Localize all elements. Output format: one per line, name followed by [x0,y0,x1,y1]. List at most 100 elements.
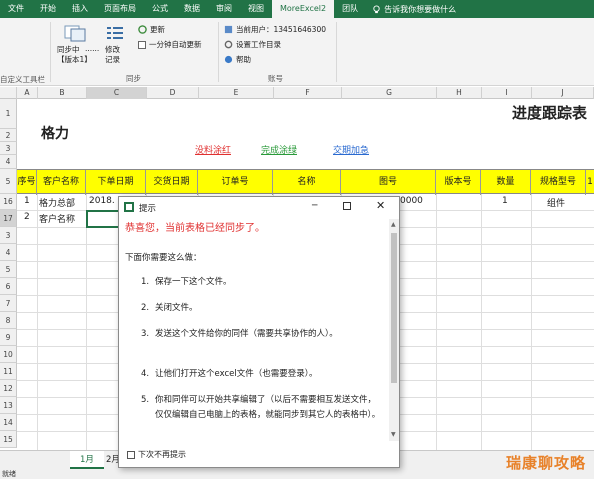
select-all-corner[interactable] [0,87,17,99]
step-number: 2. [141,303,150,313]
lightbulb-icon [373,4,380,13]
minimize-icon[interactable]: ─ [312,201,317,211]
row-header[interactable]: 2 [0,129,17,142]
step-number: 1. [141,277,150,287]
sync-button[interactable]: 同步中 ...... 【版本1】 [55,22,99,70]
cell-customer-1[interactable]: 格力总部 [39,196,86,209]
col-header-c[interactable]: C [87,87,147,99]
row-header[interactable]: 12 [0,380,17,397]
update-button[interactable]: 更新 [138,24,165,35]
col-header-i[interactable]: I [482,87,532,99]
cell-spec-1[interactable]: 组件 [547,196,565,209]
step-text: 关闭文件。 [155,303,198,313]
sync-dialog: 提示 ─ ✕ 恭喜您，当前表格已经同步了。 下面你需要这么做： 1. 保存一下这… [118,196,400,468]
tab-home[interactable]: 开始 [32,0,64,18]
ribbon: 自定义工具栏 同步中 ...... 【版本1】 修改 记录 更新 一分钟自动更新… [0,18,594,86]
dont-show-label: 下次不再提示 [138,450,186,459]
dont-show-checkbox[interactable]: 下次不再提示 [127,449,186,460]
step-text: 发送这个文件给你的同伴（需要共享协作的人）。 [155,329,338,339]
tab-data[interactable]: 数据 [176,0,208,18]
cell-customer-2[interactable]: 客户名称 [39,212,75,225]
row-header[interactable]: 5 [0,169,17,194]
sync-icon [64,25,86,42]
row-header[interactable]: 9 [0,329,17,346]
scroll-thumb[interactable] [391,233,397,383]
row-header[interactable]: 4 [0,244,17,261]
tab-insert[interactable]: 插入 [64,0,96,18]
settings-icon [224,40,233,49]
set-dir-button[interactable]: 设置工作目录 [224,39,281,50]
legend-red: 没料涂红 [195,146,232,156]
header-qty: 数量 [481,170,531,195]
sync-dots: ...... [85,44,100,53]
company-name: 格力 [41,126,69,142]
col-header-j[interactable]: J [532,87,594,99]
current-user: 当前用户：13451646300 [224,24,326,35]
group-custom-toolbar: 自定义工具栏 [0,75,45,84]
tell-me-box[interactable]: 告诉我你想要做什么 [372,4,456,15]
row-header[interactable]: 7 [0,295,17,312]
row-header[interactable]: 3 [0,227,17,244]
header-seq: 序号 [17,170,37,195]
header-spec: 规格型号 [531,170,586,195]
app-icon [124,202,134,212]
col-header-a[interactable]: A [17,87,38,99]
cell-date-1[interactable]: 2018. [89,196,115,206]
group-account: 账号 [268,74,283,83]
row-header[interactable]: 4 [0,155,17,169]
dialog-titlebar: 提示 ─ ✕ [119,197,399,217]
header-version: 版本号 [436,170,481,195]
row-header[interactable]: 17 [0,210,17,227]
header-name: 名称 [273,170,341,195]
header-customer: 客户名称 [37,170,86,195]
maximize-icon[interactable] [343,202,351,210]
step-number: 5. [141,395,150,405]
row-header[interactable]: 5 [0,261,17,278]
tab-team[interactable]: 团队 [334,0,366,18]
auto-update-label: 一分钟自动更新 [149,40,202,49]
help-icon [224,55,233,64]
cell-seq-2[interactable]: 2 [24,212,30,222]
row-header[interactable]: 14 [0,414,17,431]
tab-page-layout[interactable]: 页面布局 [96,0,144,18]
step-text: 让他们打开这个excel文件（也需要登录）。 [155,369,318,379]
row-header[interactable]: 3 [0,142,17,155]
header-row: 序号 客户名称 下单日期 交货日期 订单号 名称 图号 版本号 数量 规格型号 … [17,169,594,195]
row-header[interactable]: 11 [0,363,17,380]
tab-formulas[interactable]: 公式 [144,0,176,18]
row-header[interactable]: 1 [0,99,17,129]
col-header-g[interactable]: G [342,87,437,99]
row-header[interactable]: 10 [0,346,17,363]
tab-file[interactable]: 文件 [0,0,32,18]
row-header[interactable]: 6 [0,278,17,295]
step-number: 3. [141,329,150,339]
tab-review[interactable]: 审阅 [208,0,240,18]
close-icon[interactable]: ✕ [376,199,385,212]
scroll-up-icon[interactable]: ▲ [391,221,396,228]
sheet-title: 进度跟踪表 [512,104,588,122]
col-header-f[interactable]: F [274,87,342,99]
row-header[interactable]: 15 [0,431,17,448]
col-header-h[interactable]: H [437,87,482,99]
status-text: 就绪 [2,470,16,478]
dialog-scrollbar[interactable]: ▲ ▼ [389,219,399,441]
cell-drawing-1[interactable]: 0000 [400,196,423,206]
cell-qty-1[interactable]: 1 [502,196,508,206]
dialog-title: 提示 [139,204,157,214]
update-label: 更新 [150,25,165,34]
col-header-d[interactable]: D [147,87,199,99]
row-header[interactable]: 8 [0,312,17,329]
col-header-b[interactable]: B [38,87,87,99]
col-header-e[interactable]: E [199,87,274,99]
header-delivery-date: 交货日期 [146,170,198,195]
modify-records-button[interactable]: 修改 记录 [103,22,127,70]
tab-view[interactable]: 视图 [240,0,272,18]
dialog-body: 恭喜您，当前表格已经同步了。 下面你需要这么做： 1. 保存一下这个文件。 2.… [123,219,389,441]
help-button[interactable]: 帮助 [224,54,251,65]
scroll-down-icon[interactable]: ▼ [391,431,396,438]
row-header[interactable]: 13 [0,397,17,414]
cell-seq-1[interactable]: 1 [24,196,30,206]
auto-update-checkbox[interactable]: 一分钟自动更新 [138,39,202,50]
tab-moreexcel2[interactable]: MoreExcel2 [272,0,335,18]
row-header[interactable]: 16 [0,194,17,210]
